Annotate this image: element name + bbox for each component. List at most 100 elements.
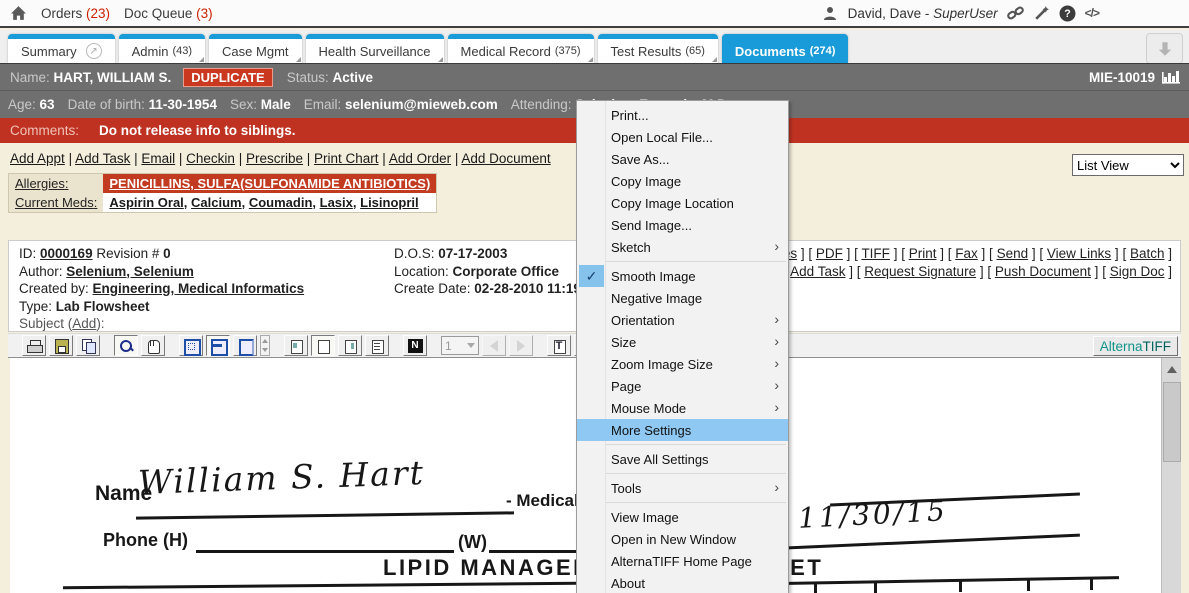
menu-item-open-in-new-window[interactable]: Open in New Window [577, 528, 788, 550]
menu-item-size[interactable]: Size› [577, 331, 788, 353]
menu-item-about[interactable]: About [577, 572, 788, 593]
menu-item-send-image[interactable]: Send Image... [577, 214, 788, 236]
action-email[interactable]: Email [141, 151, 175, 166]
action-add-order[interactable]: Add Order [389, 151, 451, 166]
menu-item-print[interactable]: Print... [577, 104, 788, 126]
fit-height-button[interactable] [233, 335, 257, 356]
compass-icon[interactable]: ↗ [86, 43, 102, 59]
home-icon[interactable] [10, 5, 27, 22]
action-add-appt[interactable]: Add Appt [10, 151, 65, 166]
med-aspirin-oral[interactable]: Aspirin Oral [109, 195, 183, 210]
doc-link-push-document[interactable]: Push Document [995, 264, 1091, 279]
menu-item-orientation[interactable]: Orientation› [577, 309, 788, 331]
prev-page-button[interactable] [482, 335, 506, 356]
action-checkin[interactable]: Checkin [186, 151, 235, 166]
menu-item-save-all-settings[interactable]: Save All Settings [577, 448, 788, 470]
allergies-link[interactable]: Allergies [15, 176, 65, 191]
menu-item-page[interactable]: Page› [577, 375, 788, 397]
save-button[interactable] [49, 335, 73, 356]
page-text-button[interactable] [365, 335, 389, 356]
alternatiff-context-menu: Print...Open Local File...Save As...Copy… [576, 100, 789, 593]
copy-button[interactable] [76, 335, 100, 356]
print-button[interactable] [22, 335, 46, 356]
growth-chart-icon[interactable] [1161, 68, 1181, 87]
rotate-page-button[interactable] [284, 335, 308, 356]
tab-medical-record[interactable]: Medical Record(375) [448, 34, 594, 63]
code-icon[interactable]: </> [1085, 6, 1099, 20]
doc-link-pdf[interactable]: PDF [816, 246, 843, 261]
wand-icon[interactable] [1033, 5, 1050, 22]
tab-admin[interactable]: Admin(43) [119, 34, 205, 63]
menu-item-sketch[interactable]: Sketch› [577, 236, 788, 258]
link-icon[interactable] [1007, 5, 1024, 22]
med-calcium[interactable]: Calcium [191, 195, 242, 210]
tab-documents[interactable]: Documents(274) [722, 34, 848, 63]
view-mode-select[interactable]: List View [1072, 154, 1184, 176]
patient-id[interactable]: MIE-10019 [1089, 70, 1155, 85]
action-prescribe[interactable]: Prescribe [246, 151, 303, 166]
med-coumadin[interactable]: Coumadin [249, 195, 313, 210]
orders-link[interactable]: Orders (23) [41, 6, 110, 21]
menu-item-zoom-image-size[interactable]: Zoom Image Size› [577, 353, 788, 375]
menu-item-tools[interactable]: Tools› [577, 477, 788, 499]
page-portrait-button[interactable] [311, 335, 335, 356]
tag-page-button[interactable]: T [547, 335, 571, 356]
doc-id-link[interactable]: 0000169 [40, 246, 93, 261]
fit-width-button[interactable] [206, 335, 230, 356]
zoom-spinner[interactable] [260, 335, 270, 356]
page-number-select[interactable]: 1 [441, 336, 479, 355]
duplicate-badge[interactable]: DUPLICATE [183, 68, 272, 87]
menu-item-alternatiff-home-page[interactable]: AlternaTIFF Home Page [577, 550, 788, 572]
created-by-link[interactable]: Engineering, Medical Informatics [93, 281, 305, 296]
menu-item-save-as[interactable]: Save As... [577, 148, 788, 170]
med-lasix[interactable]: Lasix [320, 195, 353, 210]
viewer-scrollbar[interactable] [1161, 358, 1181, 593]
current-user[interactable]: David, Dave - SuperUser [848, 6, 998, 21]
doc-link-send[interactable]: Send [997, 246, 1029, 261]
tab-test-results[interactable]: Test Results(65) [598, 34, 718, 63]
info-value: 63 [40, 97, 55, 112]
doc-queue-link[interactable]: Doc Queue (3) [124, 6, 213, 21]
doc-link-add-task[interactable]: Add Task [790, 264, 845, 279]
doc-link-view-links[interactable]: View Links [1047, 246, 1111, 261]
author-link[interactable]: Selenium, Selenium [66, 264, 194, 279]
doc-link-tiff[interactable]: TIFF [861, 246, 890, 261]
doc-type-value: Lab Flowsheet [56, 299, 150, 314]
allergy-list-link[interactable]: PENICILLINS, SULFA(SULFONAMIDE ANTIBIOTI… [109, 176, 430, 191]
help-icon[interactable]: ? [1059, 5, 1076, 22]
menu-item-smooth-image[interactable]: ✓Smooth Image [577, 265, 788, 287]
current-meds-link[interactable]: Current Meds [15, 195, 94, 210]
doc-link-fax[interactable]: Fax [955, 246, 978, 261]
menu-item-negative-image[interactable]: Negative Image [577, 287, 788, 309]
scrollbar-thumb[interactable] [1163, 382, 1181, 462]
doc-link-print[interactable]: Print [909, 246, 937, 261]
collapse-header-button[interactable] [1146, 33, 1183, 64]
tab-health-surveillance[interactable]: Health Surveillance [306, 34, 444, 63]
negative-button[interactable]: N [403, 335, 427, 356]
action-separator: | [175, 151, 186, 166]
menu-item-more-settings[interactable]: More Settings [577, 419, 788, 441]
menu-item-open-local-file[interactable]: Open Local File... [577, 126, 788, 148]
tab-summary[interactable]: Summary↗ [8, 34, 115, 63]
doc-link-sign-doc[interactable]: Sign Doc [1110, 264, 1165, 279]
fit-window-button[interactable] [179, 335, 203, 356]
menu-item-copy-image-location[interactable]: Copy Image Location [577, 192, 788, 214]
action-add-document[interactable]: Add Document [461, 151, 550, 166]
action-add-task[interactable]: Add Task [75, 151, 130, 166]
menu-item-copy-image[interactable]: Copy Image [577, 170, 788, 192]
action-print-chart[interactable]: Print Chart [314, 151, 379, 166]
submenu-arrow-icon: › [774, 355, 779, 371]
chart-tab-bar: Summary↗Admin(43)Case MgmtHealth Surveil… [0, 30, 1189, 63]
doc-link-request-signature[interactable]: Request Signature [864, 264, 976, 279]
menu-item-view-image[interactable]: View Image [577, 506, 788, 528]
pan-mode-button[interactable] [141, 335, 165, 356]
menu-item-mouse-mode[interactable]: Mouse Mode› [577, 397, 788, 419]
next-page-button[interactable] [509, 335, 533, 356]
page-landscape-button[interactable] [338, 335, 362, 356]
subject-add-link[interactable]: Add [72, 316, 96, 331]
scroll-up-arrow-icon[interactable] [1167, 366, 1177, 373]
doc-link-batch[interactable]: Batch [1130, 246, 1165, 261]
med-lisinopril[interactable]: Lisinopril [360, 195, 419, 210]
tab-case-mgmt[interactable]: Case Mgmt [209, 34, 301, 63]
zoom-mode-button[interactable] [114, 335, 138, 356]
